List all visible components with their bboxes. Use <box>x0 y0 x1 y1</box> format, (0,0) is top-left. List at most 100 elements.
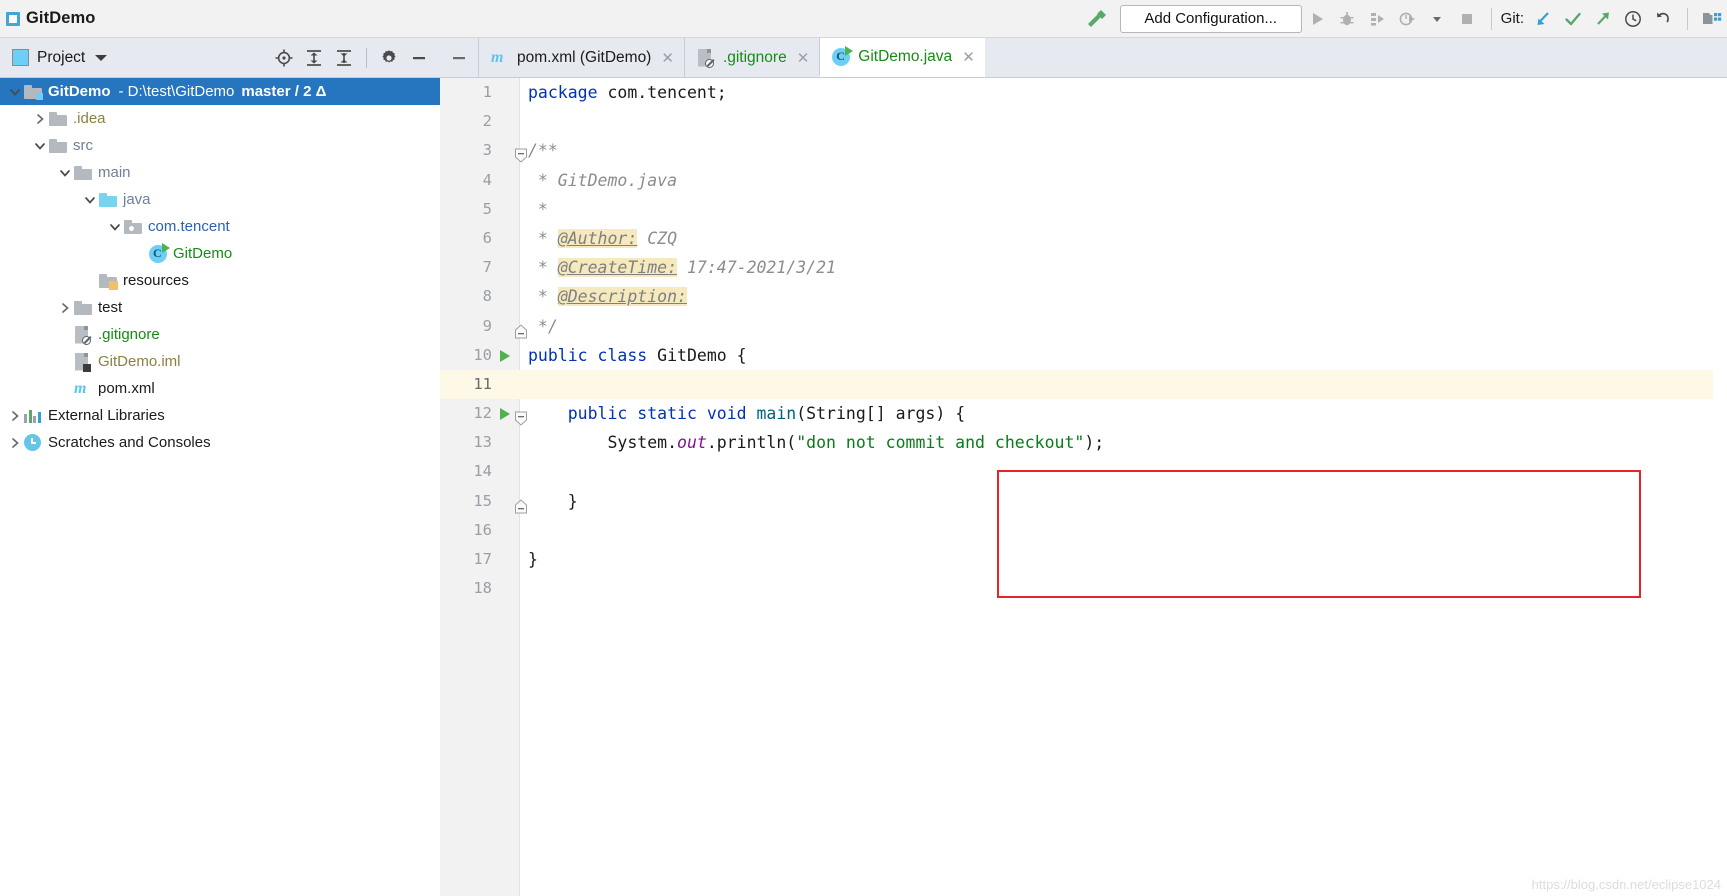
folder-icon <box>49 136 68 155</box>
scratches-icon <box>24 433 43 452</box>
iml-file-icon <box>74 352 93 372</box>
folder-icon <box>49 109 68 128</box>
line-number: 11 <box>473 374 492 393</box>
tree-row-resources[interactable]: resources <box>0 267 440 294</box>
collapse-all-icon[interactable] <box>329 43 359 73</box>
hammer-build-icon[interactable] <box>1080 6 1110 32</box>
chevron-down-icon[interactable] <box>81 191 99 209</box>
tree-row-gitdemo[interactable]: C GitDemo <box>0 240 440 267</box>
code-line[interactable]: 2 <box>440 107 1727 136</box>
code-line[interactable]: 18 <box>440 574 1727 603</box>
project-tree[interactable]: GitDemo - D:\test\GitDemo master / 2 Δ .ide… <box>0 78 440 896</box>
code-line[interactable]: 16 <box>440 516 1727 545</box>
code-line[interactable]: 5 * <box>440 195 1727 224</box>
code-line[interactable]: 11 <box>440 369 1727 400</box>
line-number: 18 <box>473 579 492 598</box>
tree-row-src[interactable]: src <box>0 132 440 159</box>
tree-row-pom-xml[interactable]: m pom.xml <box>0 375 440 402</box>
code-line[interactable]: 7 * @CreateTime: 17:47-2021/3/21 <box>440 253 1727 282</box>
code-line-text: * GitDemo.java <box>528 170 678 190</box>
tree-row-java[interactable]: java <box>0 186 440 213</box>
tree-row-gitignore[interactable]: .gitignore <box>0 321 440 348</box>
run-triangle-icon[interactable] <box>1302 4 1332 34</box>
code-line[interactable]: 15 } <box>440 487 1727 516</box>
code-line[interactable]: 12 public static void main(String[] args… <box>440 399 1727 428</box>
code-fold-icon[interactable] <box>514 319 528 338</box>
close-icon[interactable]: ✕ <box>661 49 674 67</box>
expand-all-icon[interactable] <box>299 43 329 73</box>
chevron-down-icon[interactable] <box>1422 4 1452 34</box>
code-line[interactable]: 9 */ <box>440 312 1727 341</box>
chevron-right-icon[interactable] <box>56 299 74 317</box>
tree-row-gitdemo-iml[interactable]: GitDemo.iml <box>0 348 440 375</box>
profiler-icon[interactable] <box>1392 4 1422 34</box>
minus-icon[interactable] <box>440 38 478 77</box>
run-with-coverage-icon[interactable] <box>1362 4 1392 34</box>
chevron-down-icon[interactable] <box>56 164 74 182</box>
editor-right-strip <box>1713 78 1727 896</box>
chevron-right-icon[interactable] <box>6 407 24 425</box>
editor-tab-gitignore[interactable]: .gitignore ✕ <box>683 38 820 77</box>
tree-row-idea[interactable]: .idea <box>0 105 440 132</box>
gear-icon[interactable] <box>374 43 404 73</box>
tree-row-scratches-and-consoles[interactable]: Scratches and Consoles <box>0 429 440 456</box>
tree-row-external-libraries[interactable]: External Libraries <box>0 402 440 429</box>
push-arrow-icon[interactable] <box>1588 4 1618 34</box>
chevron-right-icon[interactable] <box>6 434 24 452</box>
line-number: 16 <box>473 520 492 539</box>
code-fold-icon[interactable] <box>514 494 528 514</box>
code-line[interactable]: 17} <box>440 545 1727 574</box>
chevron-down-icon[interactable] <box>95 54 108 61</box>
tree-row-main[interactable]: main <box>0 159 440 186</box>
stop-square-icon[interactable] <box>1452 4 1482 34</box>
code-line-text: System.out.println("don not commit and c… <box>528 433 1105 453</box>
code-line[interactable]: 1 package com.tencent; <box>440 78 1727 107</box>
pane-header-separator <box>366 47 367 68</box>
code-line[interactable]: 13 System.out.println("don not commit an… <box>440 428 1727 457</box>
tree-arrow-spacer <box>81 272 99 290</box>
editor-tab-gitdemo-java[interactable]: C GitDemo.java ✕ <box>819 38 985 77</box>
line-number: 4 <box>482 170 492 189</box>
scroll-from-source-icon[interactable] <box>269 43 299 73</box>
java-class-icon: C <box>149 242 170 263</box>
code-line[interactable]: 14 <box>440 457 1727 486</box>
chevron-down-icon[interactable] <box>6 83 24 101</box>
code-line-text: public static void main(String[] args) { <box>567 404 966 424</box>
line-number: 3 <box>482 141 492 160</box>
line-number: 8 <box>482 287 492 306</box>
tree-row-label: pom.xml <box>98 380 155 397</box>
add-configuration-button[interactable]: Add Configuration... <box>1119 4 1302 33</box>
code-fold-icon[interactable] <box>514 143 528 164</box>
search-everywhere-icon[interactable] <box>1697 4 1727 34</box>
tree-row-com-tencent[interactable]: com.tencent <box>0 213 440 240</box>
commit-checkmark-icon[interactable] <box>1558 4 1588 34</box>
tree-row-label: src <box>73 137 93 154</box>
code-line[interactable]: 10 public class GitDemo { <box>440 341 1727 370</box>
tree-row-test[interactable]: test <box>0 294 440 321</box>
gitignore-file-icon <box>697 48 716 68</box>
code-fold-icon[interactable] <box>514 406 528 426</box>
editor-tab-pom-xml-gitdemo[interactable]: m pom.xml (GitDemo) ✕ <box>478 38 684 77</box>
project-pane-header: Project <box>0 38 440 78</box>
code-line[interactable]: 6 * @Author: CZQ <box>440 224 1727 253</box>
tree-row-gitdemo[interactable]: GitDemo - D:\test\GitDemo master / 2 Δ <box>0 78 440 105</box>
close-icon[interactable]: ✕ <box>962 48 975 66</box>
gutter-run-icon[interactable] <box>500 408 510 421</box>
chevron-down-icon[interactable] <box>106 218 124 236</box>
chevron-right-icon[interactable] <box>31 110 49 128</box>
tree-arrow-spacer <box>56 353 74 371</box>
hide-minus-icon[interactable] <box>404 43 434 73</box>
history-clock-icon[interactable] <box>1618 4 1648 34</box>
rollback-undo-icon[interactable] <box>1648 4 1678 34</box>
chevron-down-icon[interactable] <box>31 137 49 155</box>
code-area[interactable]: 1 package com.tencent; 2 3 /** 4 * GitDemo.ja… <box>440 78 1727 896</box>
code-line[interactable]: 3 /** <box>440 136 1727 165</box>
code-line[interactable]: 8 * @Description: <box>440 282 1727 311</box>
code-editor[interactable]: 1 package com.tencent; 2 3 /** 4 * GitDemo.ja… <box>440 78 1727 896</box>
update-project-arrow-icon[interactable] <box>1528 4 1558 34</box>
line-number: 15 <box>473 491 492 510</box>
gutter-run-icon[interactable] <box>500 349 510 362</box>
code-line[interactable]: 4 * GitDemo.java <box>440 166 1727 195</box>
debug-bug-icon[interactable] <box>1332 4 1362 34</box>
close-icon[interactable]: ✕ <box>797 49 810 67</box>
